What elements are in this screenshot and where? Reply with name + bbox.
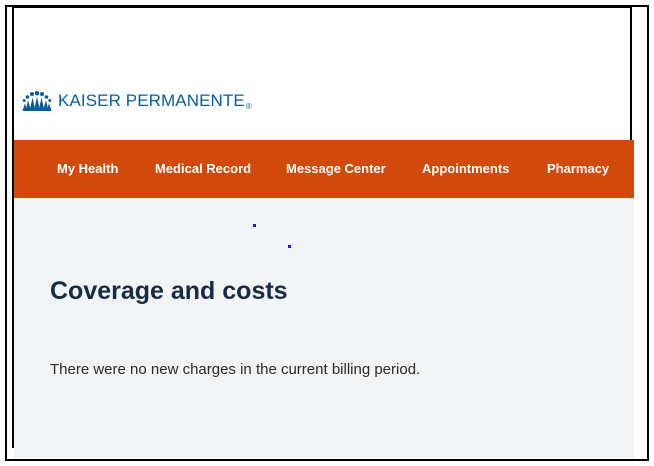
brand-name: KAISER PERMANENTE bbox=[58, 91, 245, 110]
content-area: Coverage and costs There were no new cha… bbox=[14, 198, 634, 458]
registered-mark: ® bbox=[245, 101, 252, 111]
marker-dot bbox=[253, 224, 256, 227]
main-nav: My Health Medical Record Message Center … bbox=[14, 140, 634, 198]
kaiser-logo[interactable]: KAISER PERMANENTE ® bbox=[22, 90, 252, 112]
nav-appointments[interactable]: Appointments bbox=[422, 162, 509, 176]
marker-dot bbox=[288, 245, 291, 248]
nav-my-health[interactable]: My Health bbox=[57, 162, 118, 176]
nav-message-center[interactable]: Message Center bbox=[286, 162, 386, 176]
nav-pharmacy[interactable]: Pharmacy bbox=[547, 162, 609, 176]
page-title: Coverage and costs bbox=[50, 277, 288, 305]
nav-medical-record[interactable]: Medical Record bbox=[155, 162, 251, 176]
no-charges-message: There were no new charges in the current… bbox=[50, 361, 421, 378]
people-figures-icon bbox=[22, 91, 52, 111]
